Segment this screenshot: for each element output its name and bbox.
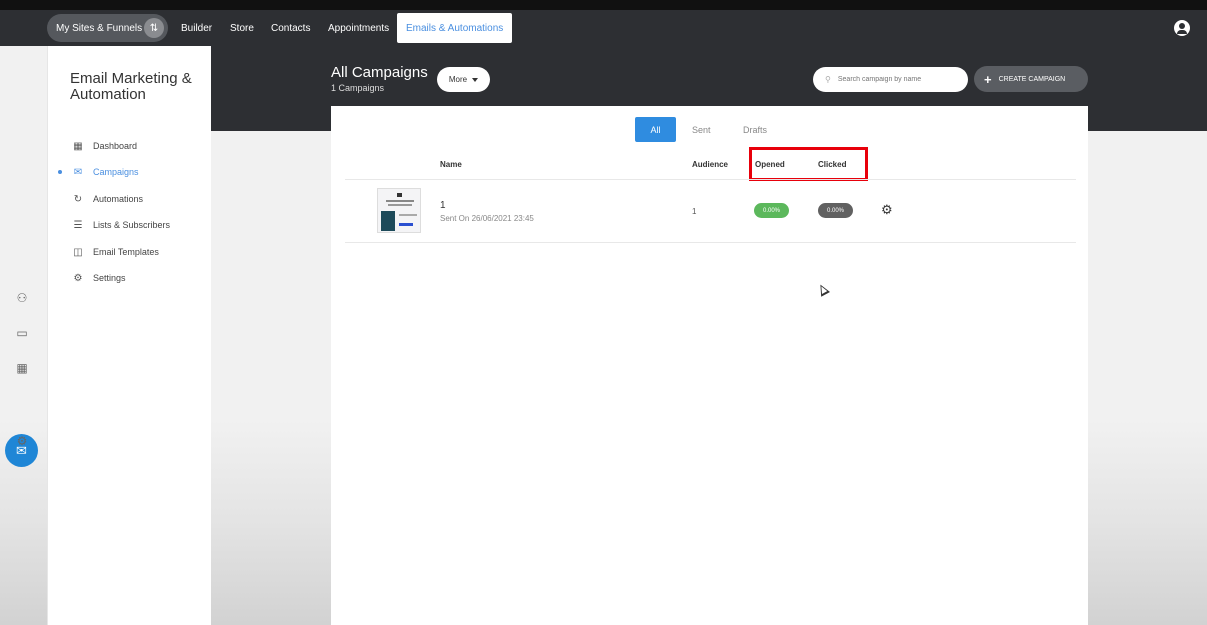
more-button[interactable]: More [437,67,490,92]
campaign-audience: 1 [692,207,697,216]
search-box[interactable]: ⚲ [813,67,968,92]
nav-emails-automations[interactable]: Emails & Automations [397,13,513,43]
sidebar-item-campaigns[interactable]: ✉ Campaigns [58,163,139,181]
create-campaign-button[interactable]: + CREATE CAMPAIGN [974,66,1088,92]
tab-all[interactable]: All [635,117,676,142]
sidebar-item-settings[interactable]: ⚙ Settings [58,269,126,287]
column-header-audience: Audience [692,160,729,169]
sidebar-item-label: Automations [93,194,144,204]
campaign-thumbnail[interactable] [377,188,421,233]
active-dot [58,170,62,174]
page-title: All Campaigns [331,64,428,81]
sidebar-item-automations[interactable]: ↻ Automations [58,190,143,208]
icon-rail: ⚇ ▭ ▦ ✉ ⚙ [0,46,47,625]
inactive-dot [58,223,62,227]
users-icon[interactable]: ⚇ [12,288,32,308]
sidebar-item-label: Dashboard [93,141,138,151]
column-header-name: Name [440,160,462,169]
sidebar-item-templates[interactable]: ◫ Email Templates [58,243,159,261]
inactive-dot [58,276,62,280]
campaign-count: 1 Campaigns [331,83,385,93]
caret-down-icon [472,77,479,82]
sidebar-item-label: Lists & Subscribers [93,220,171,230]
swap-icon[interactable]: ⇅ [144,18,164,38]
row-divider [345,242,1076,243]
account-icon[interactable] [1174,20,1190,36]
inbox-icon[interactable]: ▭ [12,323,32,343]
inactive-dot [58,197,62,201]
search-icon: ⚲ [825,75,831,84]
tab-sent[interactable]: Sent [692,117,711,142]
clicked-badge: 0.00% [818,203,853,218]
dashboard-icon: ▦ [73,140,83,152]
create-campaign-label: CREATE CAMPAIGN [998,75,1066,83]
template-icon: ◫ [73,246,83,258]
campaign-sent-date: Sent On 26/06/2021 23:45 [440,214,534,223]
refresh-icon: ↻ [73,193,83,205]
list-icon: ☰ [73,219,83,231]
sidebar-title: Email Marketing & Automation [70,70,192,103]
top-strip [0,0,1207,10]
sidebar-item-dashboard[interactable]: ▦ Dashboard [58,137,137,155]
envelope-icon: ✉ [73,166,83,178]
sidebar-item-lists[interactable]: ☰ Lists & Subscribers [58,216,171,234]
tab-drafts[interactable]: Drafts [743,117,767,142]
gear-icon: ⚙ [73,272,83,284]
gear-icon[interactable]: ⚙ [12,431,32,451]
sidebar-item-label: Settings [93,273,126,283]
inactive-dot [58,144,62,148]
nav-appointments[interactable]: Appointments [328,10,389,46]
campaign-settings-gear-icon[interactable]: ⚙ [881,202,893,218]
more-label: More [448,75,468,84]
search-input[interactable] [837,76,953,83]
sites-funnels-button[interactable]: My Sites & Funnels ⇅ [47,14,168,42]
nav-builder[interactable]: Builder [181,10,212,46]
inactive-dot [58,250,62,254]
opened-badge: 0.00% [754,203,789,218]
top-navbar: My Sites & Funnels ⇅ Builder Store Conta… [0,10,1207,46]
sidebar: Email Marketing & Automation ▦ Dashboard… [47,46,211,625]
campaign-name[interactable]: 1 [440,200,446,211]
sidebar-item-label: Email Templates [93,247,159,257]
plus-icon: + [984,71,992,87]
campaigns-card: All Sent Drafts Name Audience Opened Cli… [331,106,1088,625]
sidebar-item-label: Campaigns [93,167,139,177]
calendar-icon[interactable]: ▦ [12,358,32,378]
nav-store[interactable]: Store [230,10,254,46]
header-divider [345,179,1076,180]
highlight-annotation-box [749,147,868,181]
sites-funnels-label: My Sites & Funnels [56,22,143,34]
nav-contacts[interactable]: Contacts [271,10,310,46]
